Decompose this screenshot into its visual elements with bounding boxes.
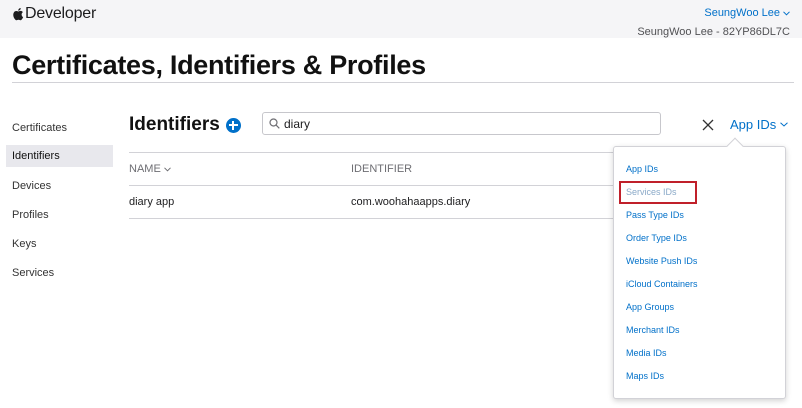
sidebar-item-services[interactable]: Services: [6, 261, 113, 290]
search-input[interactable]: [284, 116, 644, 131]
user-name: SeungWoo Lee: [704, 7, 780, 19]
developer-brand[interactable]: Developer: [12, 5, 96, 23]
page-title: Certificates, Identifiers & Profiles: [12, 50, 426, 80]
sidebar-item-certificates[interactable]: Certificates: [6, 116, 113, 145]
identifier-type-menu: App IDs Services IDs Pass Type IDs Order…: [613, 137, 786, 399]
table-header: NAME IDENTIFIER: [129, 152, 613, 186]
menu-caret: [726, 137, 744, 155]
sidebar-item-devices[interactable]: Devices: [6, 174, 113, 203]
sidebar: Certificates Identifiers Devices Profile…: [6, 116, 113, 290]
type-select-label: App IDs: [730, 117, 777, 132]
row-name: diary app: [129, 196, 175, 208]
search-field[interactable]: [262, 112, 661, 135]
section-header: Identifiers: [129, 114, 241, 136]
column-header-name[interactable]: NAME: [129, 163, 351, 175]
menu-item-website-push-ids[interactable]: Website Push IDs: [614, 250, 785, 273]
account-area: SeungWoo Lee SeungWoo Lee - 82YP86DL7C: [637, 3, 790, 38]
menu-item-app-ids[interactable]: App IDs: [614, 158, 785, 181]
search-icon: [269, 118, 280, 129]
menu-item-maps-ids[interactable]: Maps IDs: [614, 365, 785, 388]
menu-item-services-ids[interactable]: Services IDs: [614, 181, 785, 204]
section-title: Identifiers: [129, 114, 220, 135]
chevron-down-icon: [780, 122, 789, 127]
column-label: NAME: [129, 163, 161, 175]
chevron-down-icon: [783, 10, 790, 16]
menu-item-app-groups[interactable]: App Groups: [614, 296, 785, 319]
identifiers-table: NAME IDENTIFIER diary app com.woohahaapp…: [129, 152, 613, 219]
team-info: SeungWoo Lee - 82YP86DL7C: [637, 26, 790, 38]
menu-list: App IDs Services IDs Pass Type IDs Order…: [614, 158, 785, 388]
menu-item-media-ids[interactable]: Media IDs: [614, 342, 785, 365]
menu-item-order-type-ids[interactable]: Order Type IDs: [614, 227, 785, 250]
add-icon[interactable]: [225, 117, 241, 133]
highlight-box: [619, 181, 697, 204]
apple-logo-icon: [13, 8, 24, 21]
menu-item-pass-type-ids[interactable]: Pass Type IDs: [614, 204, 785, 227]
menu-item-icloud-containers[interactable]: iCloud Containers: [614, 273, 785, 296]
top-bar: Developer SeungWoo Lee SeungWoo Lee - 82…: [0, 0, 802, 38]
table-row[interactable]: diary app com.woohahaapps.diary: [129, 186, 613, 219]
sidebar-item-identifiers[interactable]: Identifiers: [6, 145, 113, 167]
sidebar-item-profiles[interactable]: Profiles: [6, 203, 113, 232]
close-icon[interactable]: [701, 118, 715, 132]
identifier-type-select[interactable]: App IDs: [730, 117, 789, 132]
title-divider: [12, 82, 794, 83]
menu-item-merchant-ids[interactable]: Merchant IDs: [614, 319, 785, 342]
chevron-down-icon: [163, 166, 171, 172]
column-header-identifier[interactable]: IDENTIFIER: [351, 163, 613, 175]
row-identifier: com.woohahaapps.diary: [351, 196, 471, 208]
account-menu-button[interactable]: SeungWoo Lee: [704, 7, 790, 19]
sidebar-item-keys[interactable]: Keys: [6, 232, 113, 261]
brand-label: Developer: [25, 5, 97, 22]
